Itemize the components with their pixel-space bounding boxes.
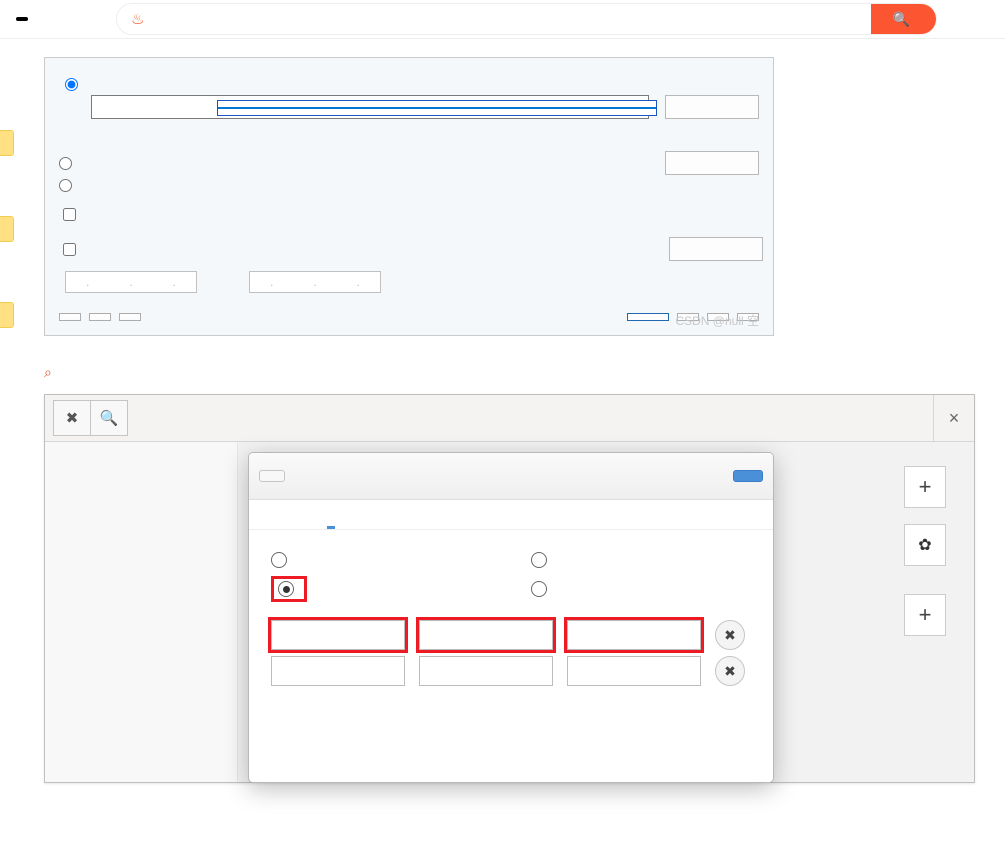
sidebar-item-background[interactable] bbox=[45, 442, 237, 464]
sidebar-item-privacy[interactable] bbox=[45, 574, 237, 596]
auto-settings-button[interactable] bbox=[665, 95, 759, 119]
ok-button[interactable] bbox=[627, 313, 669, 321]
tab-details[interactable] bbox=[271, 510, 279, 529]
settings-sidebar bbox=[45, 442, 238, 782]
export-button[interactable] bbox=[119, 313, 141, 321]
search-icon: 🔍 bbox=[893, 11, 910, 28]
subnet-mask-input[interactable]: ... bbox=[249, 271, 381, 293]
method-dhcp[interactable] bbox=[271, 552, 491, 568]
tab-ipv4[interactable] bbox=[327, 510, 335, 529]
brand-gpu-badge bbox=[16, 17, 28, 21]
nat-radio[interactable] bbox=[59, 157, 72, 170]
import-button[interactable] bbox=[89, 313, 111, 321]
instruction-text: ⌕ bbox=[44, 358, 975, 388]
dhcp-checkbox[interactable] bbox=[63, 243, 76, 256]
search-button[interactable]: 🔍 bbox=[871, 4, 936, 34]
header-search-icon[interactable]: 🔍 bbox=[90, 400, 128, 436]
sidebar-item-notifications[interactable] bbox=[45, 464, 237, 486]
wired-settings-button[interactable]: ✿ bbox=[904, 524, 946, 566]
tab-security[interactable] bbox=[383, 510, 391, 529]
sidebar-item-region[interactable] bbox=[45, 508, 237, 530]
adapter-option[interactable] bbox=[218, 113, 656, 115]
apply-button[interactable] bbox=[707, 313, 729, 321]
help-button[interactable] bbox=[737, 313, 759, 321]
tab-ipv6[interactable] bbox=[355, 510, 363, 529]
sidebar-item-accessibility[interactable] bbox=[45, 530, 237, 552]
adapter-dropdown-list[interactable] bbox=[217, 100, 657, 116]
annotation-bullet bbox=[0, 302, 14, 328]
add-wired-button[interactable]: + bbox=[904, 466, 946, 508]
dhcp-settings-button[interactable] bbox=[669, 237, 763, 261]
delete-row-button[interactable]: ✖ bbox=[715, 620, 745, 650]
mask-input[interactable] bbox=[419, 620, 553, 650]
annotation-bullet bbox=[0, 216, 14, 242]
cancel-button[interactable] bbox=[677, 313, 699, 321]
bridged-radio[interactable] bbox=[65, 78, 78, 91]
modal-apply-button[interactable] bbox=[733, 470, 763, 482]
flame-icon: ♨ bbox=[131, 10, 144, 28]
modal-tabs bbox=[249, 500, 773, 530]
method-manual[interactable] bbox=[271, 576, 491, 602]
sidebar-item-online-accounts[interactable] bbox=[45, 552, 237, 574]
top-search-bar: ♨ 🔍 bbox=[0, 0, 1005, 39]
tab-identity[interactable] bbox=[299, 510, 307, 529]
sidebar-item-search[interactable] bbox=[45, 486, 237, 508]
restore-defaults-button[interactable] bbox=[59, 313, 81, 321]
gnome-settings-window: ✖ 🔍 × + ✿ + bbox=[44, 394, 975, 783]
delete-row-button[interactable]: ✖ bbox=[715, 656, 745, 686]
subnet-ip-input[interactable]: ... bbox=[65, 271, 197, 293]
modal-cancel-button[interactable] bbox=[259, 470, 285, 482]
add-vpn-button[interactable]: + bbox=[904, 594, 946, 636]
hostonly-radio[interactable] bbox=[59, 179, 72, 192]
search-input[interactable] bbox=[152, 11, 870, 28]
gnome-main-panel: + ✿ + bbox=[238, 442, 974, 782]
search-icon: ⌕ bbox=[44, 364, 52, 380]
wired-settings-modal: ✖ . . . ✖ bbox=[248, 452, 774, 783]
address-input[interactable] bbox=[271, 620, 405, 650]
window-close-button[interactable]: × bbox=[933, 395, 974, 441]
vmware-network-editor: ... ... bbox=[44, 57, 774, 336]
vhost-adapter-checkbox[interactable] bbox=[63, 208, 76, 221]
method-disable[interactable] bbox=[531, 576, 751, 602]
header-tweak-icon[interactable]: ✖ bbox=[53, 400, 91, 436]
address-input-empty[interactable]: . bbox=[271, 656, 405, 686]
annotation-bullet bbox=[0, 130, 14, 156]
search-box[interactable]: ♨ 🔍 bbox=[116, 3, 937, 35]
gateway-input-empty[interactable]: . bbox=[567, 656, 701, 686]
method-linklocal[interactable] bbox=[531, 552, 751, 568]
gateway-input[interactable] bbox=[567, 620, 701, 650]
nat-settings-button[interactable] bbox=[665, 151, 759, 175]
mask-input-empty[interactable]: . bbox=[419, 656, 553, 686]
